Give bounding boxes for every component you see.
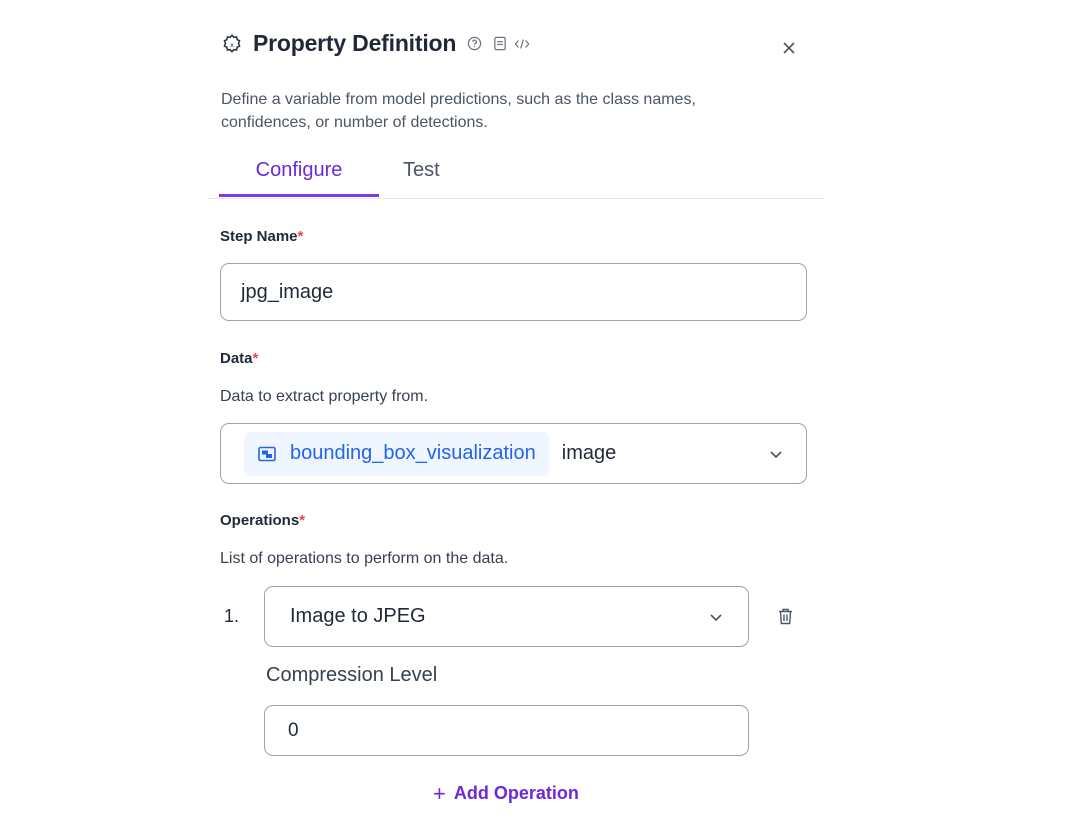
step-name-label: Step Name* (220, 228, 303, 245)
add-operation-button[interactable]: + Add Operation (433, 780, 579, 806)
help-circle-icon[interactable] (466, 36, 482, 52)
data-source-chip[interactable]: bounding_box_visualization (244, 431, 549, 476)
compression-level-input[interactable]: 0 (264, 705, 749, 756)
operations-label-text: Operations (220, 512, 300, 529)
data-output-name: image (561, 442, 617, 464)
data-source-chip-label: bounding_box_visualization (290, 442, 536, 464)
chevron-down-icon[interactable] (768, 446, 784, 462)
data-help-text: Data to extract property from. (220, 388, 429, 405)
chevron-down-icon[interactable] (708, 609, 724, 625)
step-name-input[interactable]: jpg_image (220, 263, 807, 321)
operation-number: 1. (224, 606, 240, 626)
compression-level-label: Compression Level (266, 664, 438, 686)
plus-icon: + (433, 780, 446, 806)
data-label: Data* (220, 350, 258, 367)
function-settings-icon: x (221, 33, 243, 55)
required-mark: * (299, 512, 306, 529)
tab-configure[interactable]: Configure (219, 159, 379, 197)
data-label-text: Data (220, 350, 253, 367)
code-icon[interactable] (514, 36, 530, 52)
svg-text:x: x (230, 40, 234, 48)
step-name-value: jpg_image (241, 280, 334, 303)
operation-select[interactable]: Image to JPEG (264, 586, 749, 647)
image-icon (257, 444, 277, 464)
operations-label: Operations* (220, 512, 305, 529)
panel-header: x Property Definition (221, 30, 530, 57)
data-select[interactable]: bounding_box_visualization image (220, 423, 807, 484)
tab-test[interactable]: Test (403, 159, 440, 182)
required-mark: * (297, 228, 304, 245)
panel-description: Define a variable from model predictions… (221, 91, 696, 131)
property-definition-panel: x Property Definition Define a variable … (207, 0, 827, 818)
panel-title: Property Definition (253, 30, 457, 56)
add-operation-label: Add Operation (453, 783, 579, 803)
compression-level-value: 0 (288, 719, 299, 741)
operation-value: Image to JPEG (290, 605, 426, 627)
required-mark: * (252, 350, 259, 367)
close-icon[interactable] (779, 38, 799, 58)
tab-bar: Configure Test (207, 155, 825, 199)
operations-help-text: List of operations to perform on the dat… (220, 550, 509, 567)
step-name-label-text: Step Name (220, 228, 298, 245)
delete-operation-icon[interactable] (776, 606, 794, 626)
document-icon[interactable] (492, 36, 508, 52)
